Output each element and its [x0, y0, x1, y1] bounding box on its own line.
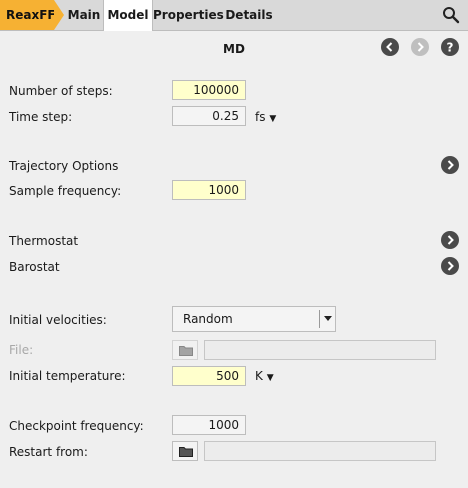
tab-model[interactable]: Model: [103, 0, 153, 31]
chevron-right-icon: [411, 38, 429, 56]
file-browse-button[interactable]: [172, 340, 198, 360]
question-icon: ?: [441, 38, 459, 56]
back-button[interactable]: [381, 38, 399, 56]
initial-velocities-select[interactable]: Random: [172, 306, 336, 332]
timestep-label: Time step:: [9, 110, 73, 124]
temperature-unit: K: [255, 369, 263, 383]
file-label: File:: [9, 343, 34, 357]
file-path-input[interactable]: [204, 340, 436, 360]
forward-button[interactable]: [411, 38, 429, 56]
caret-down-icon: ▼: [266, 373, 274, 383]
steps-label: Number of steps:: [9, 84, 113, 98]
thermostat-label: Thermostat: [9, 234, 79, 248]
tab-properties[interactable]: Properties: [153, 0, 224, 30]
checkpoint-frequency-input[interactable]: 1000: [172, 415, 246, 435]
sample-frequency-label: Sample frequency:: [9, 184, 122, 198]
restart-browse-button[interactable]: [172, 441, 198, 461]
breadcrumb-arrow: [54, 0, 64, 30]
chevron-right-icon[interactable]: [441, 231, 459, 249]
initial-temperature-label: Initial temperature:: [9, 369, 126, 383]
chevron-down-icon: [324, 316, 332, 321]
chevron-right-icon[interactable]: [441, 156, 459, 174]
timestep-unit: fs: [255, 110, 266, 124]
barostat-label: Barostat: [9, 260, 60, 274]
restart-path-input[interactable]: [204, 441, 436, 461]
sample-frequency-input[interactable]: 1000: [172, 180, 246, 200]
chevron-left-icon: [381, 38, 399, 56]
breadcrumb-reaxff[interactable]: ReaxFF: [0, 0, 56, 30]
select-separator: [319, 310, 320, 328]
trajectory-options-label: Trajectory Options: [9, 159, 119, 173]
tab-main[interactable]: Main: [65, 0, 103, 30]
folder-icon: [179, 346, 193, 356]
initial-velocities-label: Initial velocities:: [9, 313, 107, 327]
steps-input[interactable]: 100000: [172, 80, 246, 100]
help-button[interactable]: ?: [441, 38, 459, 56]
chevron-right-icon[interactable]: [441, 257, 459, 275]
top-toolbar: ReaxFF Main Model Properties Details: [0, 0, 468, 31]
folder-icon: [179, 447, 193, 457]
tab-details[interactable]: Details: [224, 0, 274, 30]
initial-temperature-input[interactable]: 500: [172, 366, 246, 386]
search-icon[interactable]: [442, 6, 460, 24]
initial-velocities-value: Random: [183, 312, 233, 326]
temperature-unit-dropdown[interactable]: K ▼: [255, 369, 274, 383]
timestep-input[interactable]: 0.25: [172, 106, 246, 126]
checkpoint-frequency-label: Checkpoint frequency:: [9, 419, 144, 433]
timestep-unit-dropdown[interactable]: fs ▼: [255, 110, 276, 124]
svg-text:?: ?: [447, 41, 454, 55]
restart-from-label: Restart from:: [9, 445, 88, 459]
caret-down-icon: ▼: [269, 114, 277, 124]
